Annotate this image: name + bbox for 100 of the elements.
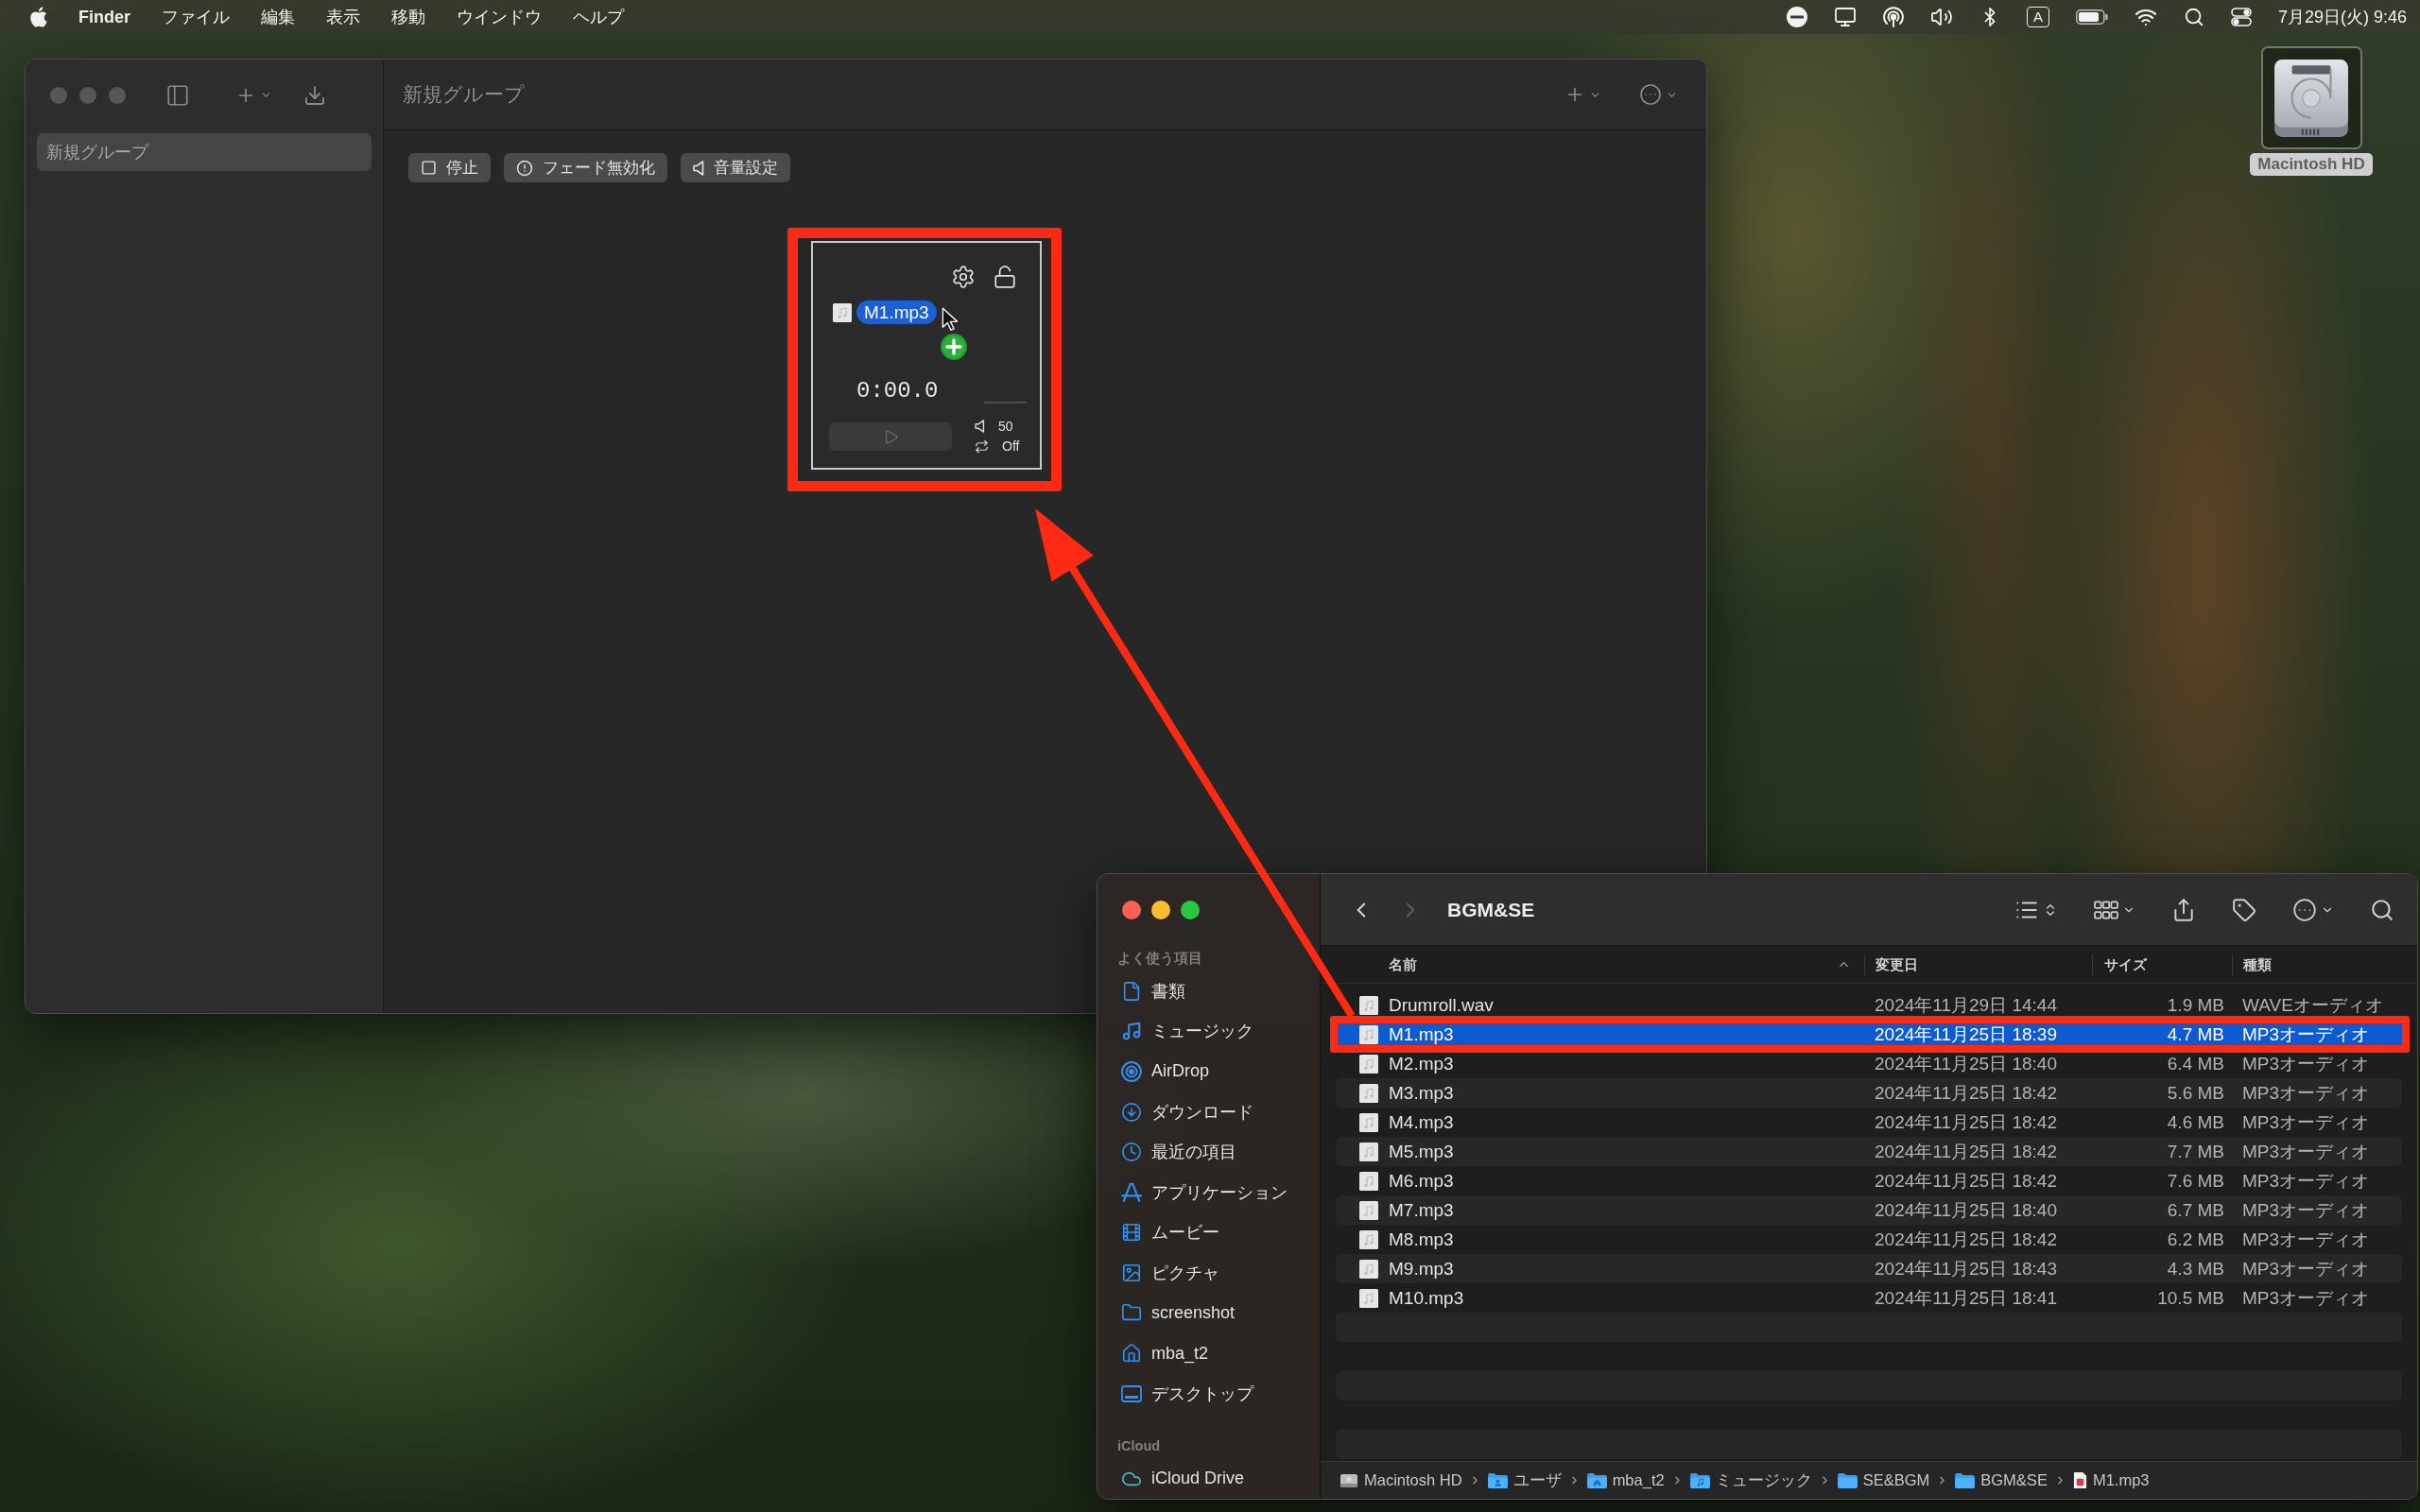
display-icon[interactable] xyxy=(1833,6,1857,28)
modified-date: 2024年11月25日 18:40 xyxy=(1875,1054,2058,1074)
broadcast-icon[interactable] xyxy=(1882,7,1904,27)
picture-icon xyxy=(1121,1262,1142,1283)
menu-clock[interactable]: 7月29日(火) 9:46 xyxy=(2277,7,2407,27)
cue-card[interactable]: 0:00.0 50 Off M1.mp3 xyxy=(811,241,1042,470)
minimize-button[interactable] xyxy=(1151,901,1170,919)
file-row[interactable]: M10.mp3 2024年11月25日 18:41 10.5 MB MP3オーディオ xyxy=(1359,1287,2402,1309)
square-icon xyxy=(421,160,437,176)
file-name: M6.mp3 xyxy=(1388,1171,1455,1191)
more-button[interactable] xyxy=(2292,897,2334,922)
desktop-icon-label[interactable]: Macintosh HD xyxy=(2250,153,2373,176)
settings-icon[interactable] xyxy=(951,265,976,289)
menu-item[interactable]: ウインドウ xyxy=(457,7,542,27)
column-header[interactable]: 種類 xyxy=(2243,955,2272,973)
menu-item[interactable]: ヘルプ xyxy=(573,7,624,27)
search-icon[interactable] xyxy=(2183,7,2204,27)
sidebar-item[interactable]: アプリケーション xyxy=(1098,1172,1320,1212)
folder-title: BGM&SE xyxy=(1447,898,1535,921)
import-button[interactable] xyxy=(303,83,326,107)
input-source-indicator[interactable]: A xyxy=(2026,7,2049,27)
path-item[interactable]: SE&BGM xyxy=(1837,1471,1930,1489)
file-row[interactable]: M5.mp3 2024年11月25日 18:42 7.7 MB MP3オーディオ xyxy=(1336,1137,2402,1166)
sidebar-heading: iCloud xyxy=(1117,1437,1161,1455)
audio-file-icon xyxy=(1359,1288,1378,1308)
file-row[interactable]: M3.mp3 2024年11月25日 18:42 5.6 MB MP3オーディオ xyxy=(1336,1078,2402,1108)
clock-icon xyxy=(1121,1142,1142,1163)
modified-date: 2024年11月25日 18:42 xyxy=(1875,1083,2058,1103)
path-item[interactable]: mba_t2 xyxy=(1586,1471,1665,1489)
modified-date: 2024年11月29日 14:44 xyxy=(1875,995,2058,1015)
file-name: M5.mp3 xyxy=(1388,1142,1455,1161)
tag-button[interactable] xyxy=(2232,897,2256,922)
search-button[interactable] xyxy=(2370,897,2394,922)
path-item[interactable]: BGM&SE xyxy=(1955,1471,2048,1489)
share-icon xyxy=(2171,897,2196,922)
column-header[interactable]: 名前 xyxy=(1389,955,1417,973)
toggle-switches-icon[interactable] xyxy=(2230,7,2252,27)
sidebar-item[interactable]: ムービー xyxy=(1098,1212,1320,1253)
toolbar-button[interactable]: 停止 xyxy=(408,153,491,182)
sidebar-item[interactable]: ピクチャ xyxy=(1098,1252,1320,1294)
audio-file-icon xyxy=(1359,1054,1378,1074)
file-name: M3.mp3 xyxy=(1388,1083,1455,1103)
zoom-button[interactable] xyxy=(1181,901,1200,919)
drive-icon xyxy=(1340,1472,1358,1488)
toolbar-button[interactable]: フェード無効化 xyxy=(504,153,667,182)
file-row[interactable]: M2.mp3 2024年11月25日 18:40 6.4 MB MP3オーディオ xyxy=(1359,1053,2402,1074)
file-row[interactable]: M8.mp3 2024年11月25日 18:42 6.2 MB MP3オーディオ xyxy=(1359,1228,2402,1250)
audio-file-icon xyxy=(1359,1229,1378,1249)
menu-item[interactable]: 表示 xyxy=(326,7,360,27)
ellipsis-circle-icon xyxy=(2292,897,2317,922)
toolbar-button[interactable]: 音量設定 xyxy=(681,153,790,182)
column-header[interactable]: 変更日 xyxy=(1876,955,1918,973)
column-header[interactable]: サイズ xyxy=(2104,955,2147,973)
modified-date: 2024年11月25日 18:39 xyxy=(1875,1024,2058,1044)
sidebar-item[interactable]: mba_t2 xyxy=(1098,1332,1320,1374)
path-item[interactable]: ミュージック xyxy=(1689,1469,1812,1491)
no-entry-icon[interactable] xyxy=(1786,7,1807,27)
document-icon xyxy=(2072,1471,2087,1489)
menu-item[interactable]: ファイル xyxy=(162,7,230,27)
file-size: 4.7 MB xyxy=(2166,1024,2224,1044)
sidebar-item[interactable]: デスクトップ xyxy=(1098,1373,1320,1414)
house-icon xyxy=(1121,1343,1142,1365)
menu-item[interactable]: 移動 xyxy=(391,7,425,27)
grid-view-button[interactable] xyxy=(2094,900,2135,919)
document-icon xyxy=(1121,980,1142,1002)
sidebar-item[interactable]: screenshot xyxy=(1098,1293,1320,1333)
file-row[interactable]: M9.mp3 2024年11月25日 18:43 4.3 MB MP3オーディオ xyxy=(1336,1254,2402,1283)
path-item[interactable]: ユーザ xyxy=(1487,1469,1562,1491)
share-button[interactable] xyxy=(2171,897,2196,922)
sidebar-item[interactable]: 最近の項目 xyxy=(1098,1131,1320,1173)
file-size: 6.2 MB xyxy=(2166,1229,2224,1249)
hard-drive-icon[interactable] xyxy=(2260,46,2362,149)
file-size: 10.5 MB xyxy=(2156,1288,2224,1308)
path-item[interactable]: Macintosh HD xyxy=(1340,1471,1462,1489)
path-item[interactable]: M1.mp3 xyxy=(2072,1471,2150,1489)
sidebar-item[interactable]: iCloud Drive xyxy=(1098,1458,1320,1499)
file-name: M4.mp3 xyxy=(1388,1112,1455,1132)
file-type: MP3オーディオ xyxy=(2241,1288,2371,1308)
file-row[interactable]: M7.mp3 2024年11月25日 18:40 6.7 MB MP3オーディオ xyxy=(1336,1195,2402,1225)
volume-icon[interactable] xyxy=(1929,6,1953,28)
cursor-icon xyxy=(942,307,958,332)
file-size: 1.9 MB xyxy=(2166,995,2224,1015)
battery-icon[interactable] xyxy=(2075,9,2108,25)
file-row[interactable]: M4.mp3 2024年11月25日 18:42 4.6 MB MP3オーディオ xyxy=(1359,1111,2402,1133)
close-button[interactable] xyxy=(1122,901,1141,919)
sidebar-item[interactable]: 書類 xyxy=(1098,971,1320,1012)
sidebar-item[interactable]: AirDrop xyxy=(1098,1051,1320,1092)
app-menu[interactable]: Finder xyxy=(78,7,130,27)
open-padlock-icon[interactable] xyxy=(993,265,1017,289)
more-menu-button[interactable] xyxy=(1639,83,1678,106)
file-size: 6.7 MB xyxy=(2166,1200,2224,1220)
file-row[interactable]: Drumroll.wav 2024年11月29日 14:44 1.9 MB WAVEオーディオ xyxy=(1359,994,2402,1016)
sidebar-item[interactable]: ミュージック xyxy=(1098,1011,1320,1052)
menu-item[interactable]: 編集 xyxy=(261,7,295,27)
sidebar-item[interactable]: ダウンロード xyxy=(1098,1091,1320,1132)
file-row[interactable]: M6.mp3 2024年11月25日 18:42 7.6 MB MP3オーディオ xyxy=(1359,1170,2402,1192)
apple-icon[interactable] xyxy=(29,7,47,27)
file-size: 7.7 MB xyxy=(2166,1142,2224,1161)
sidebar-toggle-button[interactable] xyxy=(165,82,190,108)
sidebar-item[interactable]: 新規グループ xyxy=(37,133,372,171)
